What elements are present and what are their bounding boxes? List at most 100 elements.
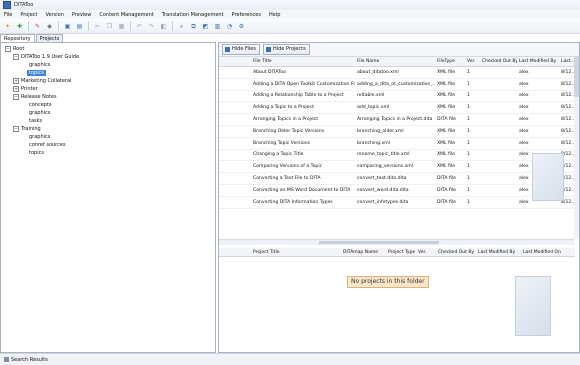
- collapse-icon[interactable]: −: [13, 53, 19, 60]
- column-header-file-title[interactable]: File Title: [251, 57, 355, 67]
- redo-icon[interactable]: ↷: [147, 22, 156, 31]
- cell-version: 1: [465, 149, 480, 162]
- status-bar: Search Results: [0, 353, 580, 365]
- tree-node-user-guide[interactable]: − DITAToo 1.9 User Guide: [13, 53, 79, 61]
- cell-checked-out-by: [480, 137, 517, 150]
- menu-content-management[interactable]: Content Management: [99, 12, 153, 18]
- menu-project[interactable]: Project: [20, 12, 37, 18]
- table-row[interactable]: Changing a Topic Title rename_topic_title…: [219, 149, 575, 162]
- cell-file-type: DITA file: [435, 113, 465, 126]
- menu-help[interactable]: Help: [269, 12, 280, 18]
- tree-node-graphics[interactable]: graphics: [29, 133, 50, 141]
- undo-icon[interactable]: ↶: [135, 22, 144, 31]
- table-row[interactable]: Adding a Topic to a Project add_topic.xml…: [219, 101, 575, 115]
- cancel-checkout-icon[interactable]: ◆: [45, 22, 54, 31]
- expand-icon[interactable]: +: [13, 85, 19, 92]
- tree-node-training[interactable]: − Training: [13, 125, 41, 133]
- cell-last-modified-by: alex: [517, 113, 559, 126]
- row-icon-header: [219, 57, 251, 67]
- hide-projects-button[interactable]: Hide Projects: [262, 44, 310, 55]
- tree-node-topics-selected[interactable]: topics: [27, 69, 46, 77]
- column-header-ditamap-name[interactable]: DITAmap Name: [341, 248, 386, 257]
- hide-files-button[interactable]: Hide Files: [222, 44, 260, 55]
- tree-node-tasks[interactable]: tasks: [29, 117, 42, 125]
- column-header-version[interactable]: Ver.: [465, 57, 480, 67]
- collapse-icon[interactable]: −: [13, 125, 19, 132]
- settings-icon[interactable]: ⚙: [237, 22, 246, 31]
- files-horizontal-scrollbar[interactable]: [219, 239, 574, 245]
- tree-node-topics[interactable]: topics: [29, 149, 44, 157]
- menu-preview[interactable]: Preview: [72, 12, 91, 18]
- column-header-version[interactable]: Ver.: [416, 248, 436, 257]
- cell-file-type: XML file: [435, 101, 465, 115]
- table-row[interactable]: Branching Topic Versions branching.xml XML…: [219, 137, 575, 150]
- publish-icon[interactable]: ▥: [213, 22, 222, 31]
- files-vertical-scrollbar[interactable]: [574, 57, 579, 239]
- file-row-icon: [219, 196, 251, 209]
- paste-icon[interactable]: ▦: [117, 22, 126, 31]
- tree-node-root[interactable]: − Root: [5, 45, 24, 53]
- column-header-checked-out-by[interactable]: Checked Out By: [436, 248, 476, 257]
- files-header-row: File Title File Name FileType Ver. Check…: [219, 57, 575, 67]
- file-row-icon: [219, 172, 251, 185]
- column-header-checked-out-by[interactable]: Checked Out By: [480, 57, 517, 67]
- tree-node-printer[interactable]: + Printer: [13, 85, 38, 93]
- cell-checked-out-by: [480, 196, 517, 209]
- cut-icon[interactable]: ✂: [93, 22, 102, 31]
- search-icon[interactable]: ⌕: [177, 22, 186, 31]
- cell-last-modified-by: alex: [517, 101, 559, 115]
- tree-node-concepts[interactable]: concepts: [29, 101, 52, 109]
- folder-watermark-icon: [532, 153, 564, 201]
- collapse-icon[interactable]: −: [5, 45, 11, 52]
- column-header-project-title[interactable]: Project Title: [251, 248, 341, 257]
- history-icon[interactable]: ◔: [225, 22, 234, 31]
- scrollbar-thumb[interactable]: [319, 241, 439, 244]
- column-header-project-type[interactable]: Project Type: [386, 248, 416, 257]
- table-row[interactable]: Adding a DITA Open Toolkit Customization…: [219, 78, 575, 91]
- tree-node-marketing[interactable]: + Marketing Collateral: [13, 77, 71, 85]
- tree-node-release-notes[interactable]: − Release Notes: [13, 93, 57, 101]
- file-row-icon: [219, 101, 251, 115]
- translate-icon[interactable]: ◩: [201, 22, 210, 31]
- preview-icon[interactable]: ◧: [159, 22, 168, 31]
- table-row[interactable]: Arranging Topics in a Project Arranging T…: [219, 113, 575, 126]
- table-row[interactable]: Converting a Text File to DITA convert_te…: [219, 172, 575, 185]
- left-tabs: Repository Projects: [0, 34, 216, 43]
- copy-icon[interactable]: ❐: [105, 22, 114, 31]
- column-header-last-modified-on[interactable]: Last Modified On: [521, 248, 575, 257]
- search-results-tab[interactable]: Search Results: [11, 357, 48, 363]
- cell-file-name: add_topic.xml: [355, 101, 435, 115]
- save-icon[interactable]: ▤: [75, 22, 84, 31]
- table-row[interactable]: Comparing Versions of a Topic comparing_v…: [219, 160, 575, 174]
- add-icon[interactable]: ✚: [15, 22, 24, 31]
- menu-version[interactable]: Version: [45, 12, 63, 18]
- collapse-icon[interactable]: −: [13, 93, 19, 100]
- column-header-last-modified-by[interactable]: Last Modified By: [476, 248, 521, 257]
- cell-file-title: Branching Older Topic Versions: [251, 125, 355, 138]
- row-icon-header: [219, 248, 251, 257]
- column-header-last-modified-on[interactable]: Last...: [559, 57, 575, 67]
- tree-node-graphics[interactable]: graphics: [29, 109, 50, 117]
- column-header-file-type[interactable]: FileType: [435, 57, 465, 67]
- cell-file-title: Adding a DITA Open Toolkit Customization…: [251, 78, 355, 91]
- menu-file[interactable]: File: [4, 12, 12, 18]
- table-row[interactable]: Adding a Relationship Table to a Project…: [219, 90, 575, 103]
- column-header-file-name[interactable]: File Name: [355, 57, 435, 67]
- menu-translation-management[interactable]: Translation Management: [162, 12, 224, 18]
- table-row[interactable]: About DITAToo about_ditatoo.xml XML file 1 a…: [219, 66, 575, 79]
- expand-icon[interactable]: +: [13, 77, 19, 84]
- menu-preferences[interactable]: Preferences: [232, 12, 261, 18]
- cell-file-type: XML file: [435, 137, 465, 150]
- column-header-last-modified-by[interactable]: Last Modified By: [517, 57, 559, 67]
- open-icon[interactable]: ▣: [63, 22, 72, 31]
- scrollbar-thumb[interactable]: [574, 57, 579, 97]
- new-icon[interactable]: ✦: [3, 22, 12, 31]
- compare-icon[interactable]: ⧉: [189, 22, 198, 31]
- tree-node-graphics[interactable]: graphics: [29, 61, 50, 69]
- cell-file-name: Arranging Topics in a Project.dita: [355, 113, 435, 126]
- table-row[interactable]: Branching Older Topic Versions branching_…: [219, 125, 575, 138]
- table-row[interactable]: Converting DITA Information Types convert…: [219, 196, 575, 209]
- tree-node-conref-sources[interactable]: conref sources: [29, 141, 66, 149]
- table-row[interactable]: Converting an MS Word Document to DITA co…: [219, 184, 575, 197]
- check-in-icon[interactable]: ✎: [33, 22, 42, 31]
